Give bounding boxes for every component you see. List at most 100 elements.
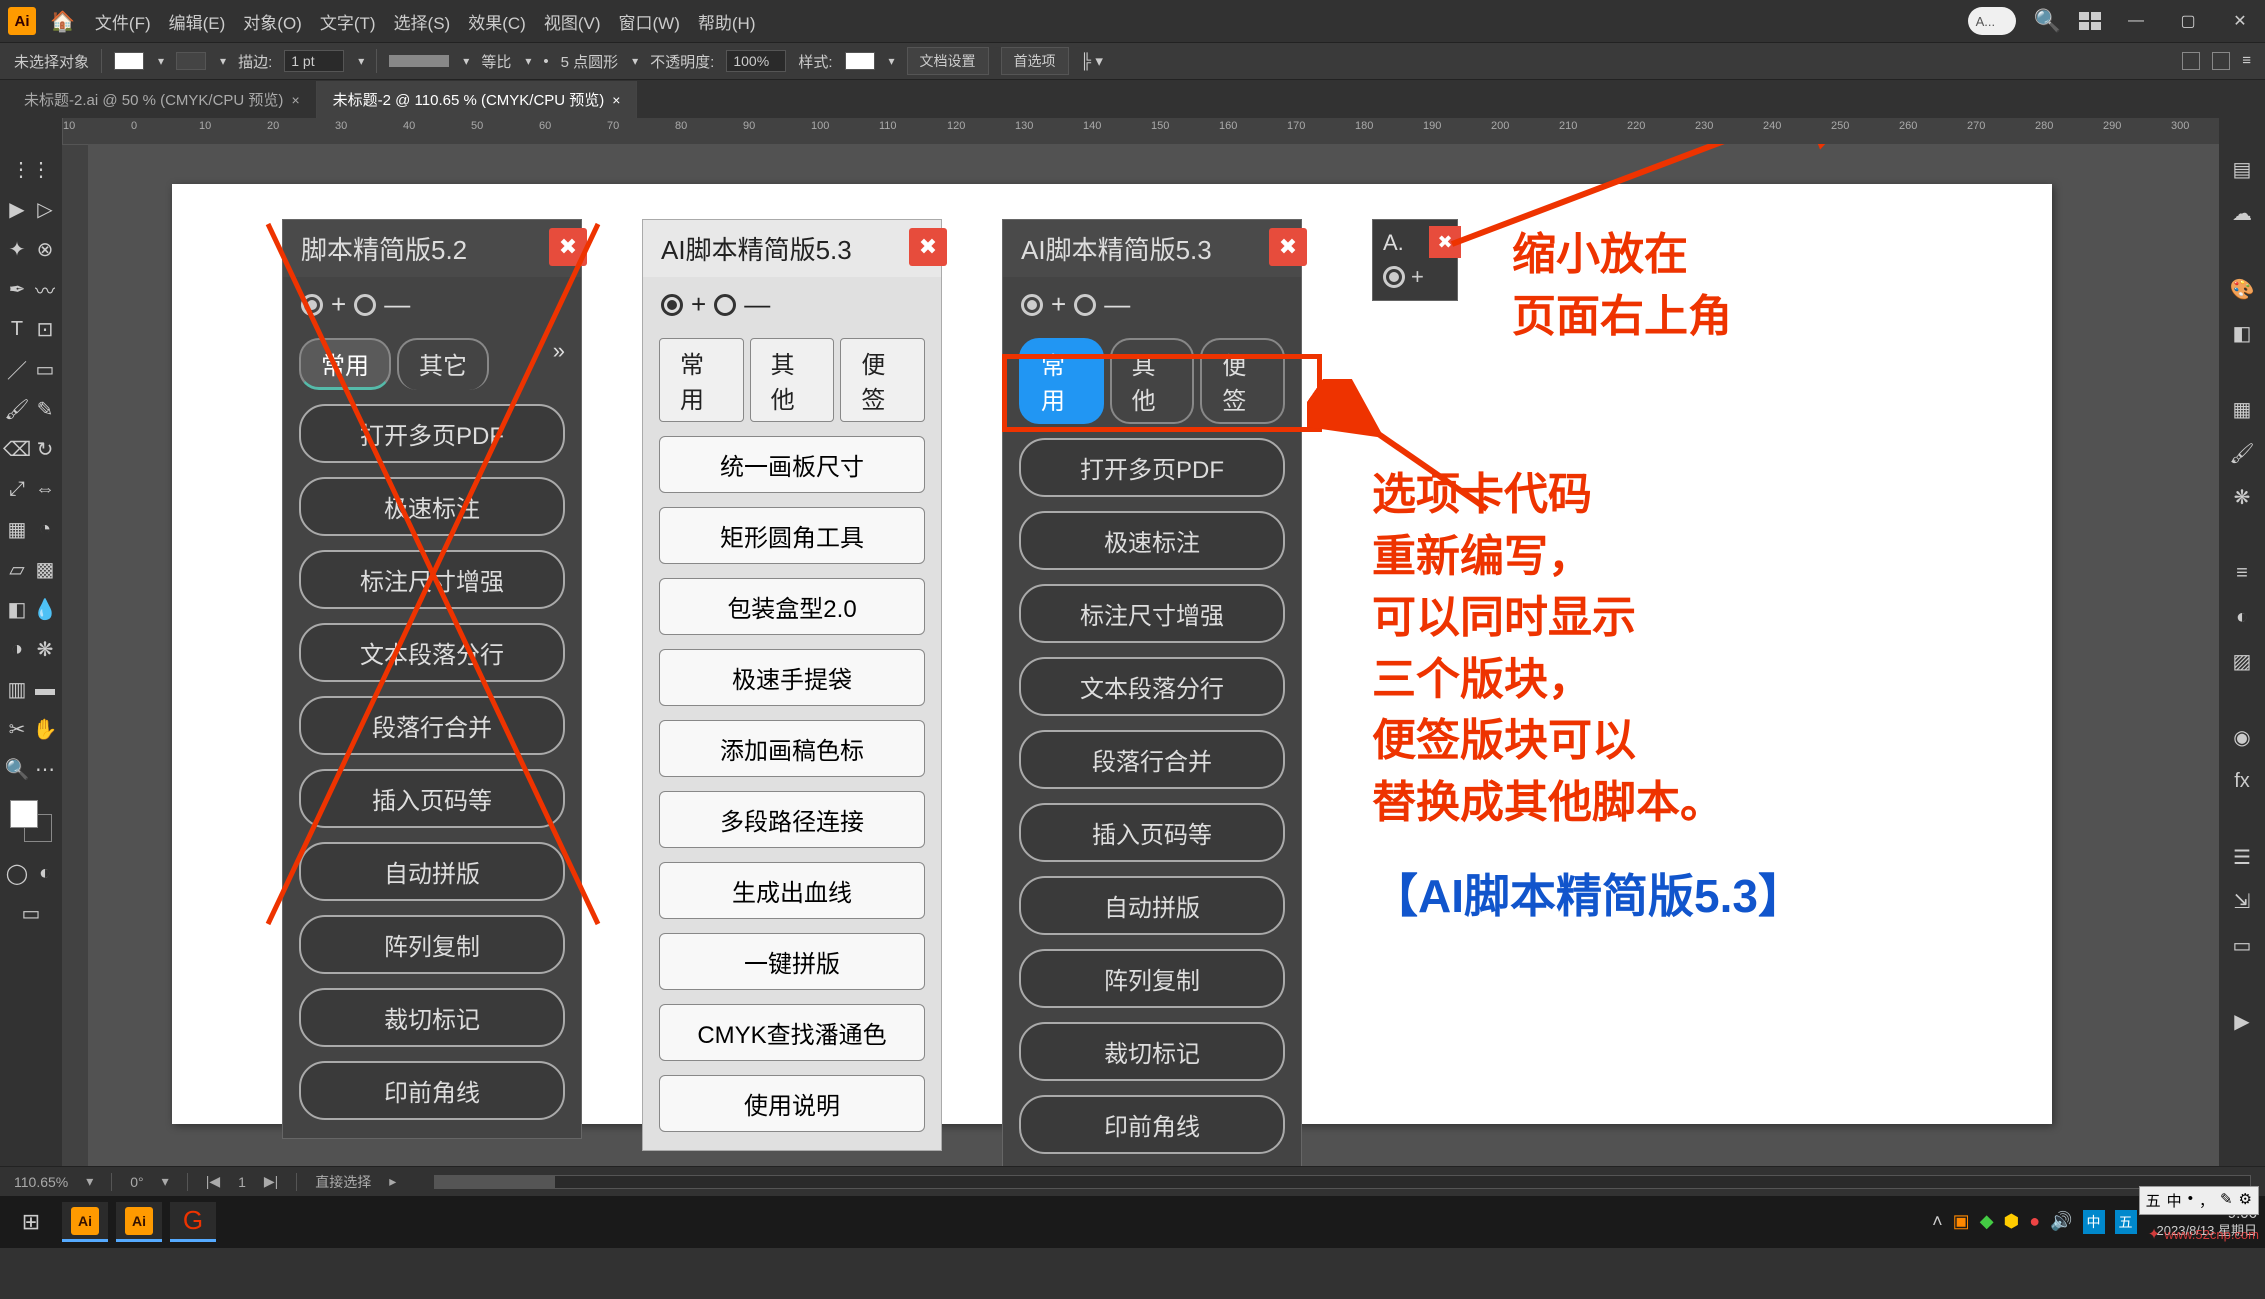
mini-radio-on[interactable]	[1383, 266, 1405, 288]
panel-item[interactable]: 标注尺寸增强	[1019, 584, 1285, 643]
prop-icon-2[interactable]	[2212, 52, 2230, 70]
blend-tool[interactable]: ◑	[3, 638, 31, 661]
workspace-switch-icon[interactable]	[2079, 12, 2101, 30]
panel-53light-close-icon[interactable]: ✖	[909, 228, 947, 266]
panel-item[interactable]: 极速标注	[299, 477, 565, 536]
play-icon[interactable]: ▶	[2227, 1006, 2257, 1036]
graph-tool[interactable]: ▥	[3, 677, 31, 702]
docsetup-button[interactable]: 文档设置	[907, 47, 989, 75]
panel-item[interactable]: 标注尺寸增强	[299, 550, 565, 609]
stroke-style-preview[interactable]	[389, 55, 449, 67]
tray-ime-wu[interactable]: 五	[2115, 1210, 2137, 1234]
zoom-tool[interactable]: 🔍	[3, 757, 31, 782]
panel-item[interactable]: 阵列复制	[299, 915, 565, 974]
start-button[interactable]: ⊞	[8, 1202, 54, 1242]
width-tool[interactable]: ⇔	[31, 478, 59, 501]
panel-item[interactable]: 印前角线	[1019, 1095, 1285, 1154]
panel-item[interactable]: 文本段落分行	[1019, 657, 1285, 716]
panel-item[interactable]: 文本段落分行	[299, 623, 565, 682]
ime-f[interactable]: ⚙	[2239, 1190, 2252, 1211]
panel-item[interactable]: 印前角线	[299, 1061, 565, 1120]
gradient-panel-icon[interactable]: ◐	[2227, 602, 2257, 632]
artboards-icon[interactable]: ▭	[2227, 930, 2257, 960]
mesh-tool[interactable]: ▩	[31, 557, 59, 582]
lasso-tool[interactable]: ⊗	[31, 237, 59, 262]
style-swatch[interactable]	[845, 52, 875, 70]
rotate-tool[interactable]: ↻	[31, 437, 59, 462]
tray-icon-1[interactable]: ▣	[1953, 1211, 1970, 1232]
tray-icon-3[interactable]: ⬢	[2004, 1211, 2020, 1232]
rotation-value[interactable]: 0°	[130, 1174, 143, 1190]
properties-panel-icon[interactable]: ▤	[2227, 154, 2257, 184]
tray-up-icon[interactable]: ˄	[1932, 1211, 1943, 1232]
panel-item[interactable]: 一键拼版	[659, 933, 925, 990]
selection-tool[interactable]: ▶	[3, 197, 31, 222]
stroke-width-input[interactable]	[284, 50, 344, 72]
panel-item[interactable]: 多段路径连接	[659, 791, 925, 848]
panel-item[interactable]: 段落行合并	[1019, 730, 1285, 789]
artboard-nav[interactable]: 1	[238, 1174, 246, 1190]
brushes-icon[interactable]: 🖌	[2227, 438, 2257, 468]
eraser-tool[interactable]: ⌫	[3, 437, 31, 462]
radio-on[interactable]	[1021, 294, 1043, 316]
minimize-icon[interactable]: —	[2119, 7, 2153, 35]
h-scrollbar[interactable]	[434, 1175, 2251, 1189]
panel-item[interactable]: 自动拼版	[299, 842, 565, 901]
taskbar-app-3[interactable]: G	[170, 1202, 216, 1242]
panel-item[interactable]: 打开多页PDF	[1019, 438, 1285, 497]
radio-off[interactable]	[1074, 294, 1096, 316]
panel-item[interactable]: 裁切标记	[1019, 1022, 1285, 1081]
free-transform-tool[interactable]: ▦	[3, 517, 31, 542]
panel52-tab-common[interactable]: 常用	[299, 338, 391, 390]
gradient-tool[interactable]: ◧	[3, 597, 31, 622]
fill-swatch[interactable]	[114, 52, 144, 70]
panel-item[interactable]: 段落行合并	[299, 696, 565, 755]
doc-tab-2[interactable]: 未标题-2 @ 110.65 % (CMYK/CPU 预览)×	[317, 81, 638, 118]
panel-item[interactable]: 生成出血线	[659, 862, 925, 919]
zoom-level[interactable]: 110.65%	[14, 1174, 68, 1190]
maximize-icon[interactable]: ▢	[2171, 7, 2205, 35]
panel-item[interactable]: 打开多页PDF	[299, 404, 565, 463]
panel-item[interactable]: 插入页码等	[299, 769, 565, 828]
panel-52-close-icon[interactable]: ✖	[549, 228, 587, 266]
panel-item[interactable]: CMYK查找潘通色	[659, 1004, 925, 1061]
ime-d[interactable]: ，	[2199, 1190, 2214, 1211]
home-icon[interactable]: 🏠	[50, 9, 75, 34]
scale-tool[interactable]: ⤢	[3, 478, 31, 501]
menu-help[interactable]: 帮助(H)	[698, 9, 756, 34]
appearance-icon[interactable]: ◉	[2227, 722, 2257, 752]
pen-tool[interactable]: ✒	[3, 277, 31, 302]
radio-off[interactable]	[714, 294, 736, 316]
tray-volume-icon[interactable]: 🔊	[2050, 1211, 2072, 1232]
panel-item[interactable]: 极速标注	[1019, 511, 1285, 570]
direct-selection-tool[interactable]: ▷	[31, 197, 59, 222]
panel-menu-icon[interactable]: ≡	[2242, 52, 2251, 70]
taskbar-ai-1[interactable]: Ai	[62, 1202, 108, 1242]
color-panel-icon[interactable]: 🎨	[2227, 274, 2257, 304]
drawmode-1[interactable]: ◯	[3, 861, 31, 886]
menu-text[interactable]: 文字(T)	[320, 9, 376, 34]
artboard-tool[interactable]: ▬	[31, 678, 59, 701]
search-icon[interactable]: 🔍	[2034, 8, 2061, 34]
menu-edit[interactable]: 编辑(E)	[169, 9, 226, 34]
tool-grip[interactable]: ⋮⋮	[7, 150, 55, 188]
panel-item[interactable]: 统一画板尺寸	[659, 436, 925, 493]
title-search-box[interactable]: A...	[1968, 7, 2016, 35]
ime-a[interactable]: 五	[2146, 1190, 2161, 1211]
panel-item[interactable]: 裁切标记	[299, 988, 565, 1047]
panel-item[interactable]: 极速手提袋	[659, 649, 925, 706]
transparency-icon[interactable]: ▨	[2227, 646, 2257, 676]
pencil-tool[interactable]: ✎	[31, 397, 59, 422]
panel-item[interactable]: 包装盒型2.0	[659, 578, 925, 635]
taskbar-ai-2[interactable]: Ai	[116, 1202, 162, 1242]
magic-wand-tool[interactable]: ✦	[3, 237, 31, 262]
symbols-icon[interactable]: ❋	[2227, 482, 2257, 512]
stroke-panel-icon[interactable]: ≡	[2227, 558, 2257, 588]
panel-item[interactable]: 使用说明	[659, 1075, 925, 1132]
tray-icon-2[interactable]: ◆	[1980, 1211, 1994, 1232]
rectangle-tool[interactable]: ▭	[31, 357, 59, 382]
panel-mini-close-icon[interactable]: ✖	[1429, 226, 1461, 258]
panel-item[interactable]: 矩形圆角工具	[659, 507, 925, 564]
tray-icon-4[interactable]: ●	[2029, 1211, 2040, 1232]
close-tab-2-icon[interactable]: ×	[612, 92, 620, 108]
